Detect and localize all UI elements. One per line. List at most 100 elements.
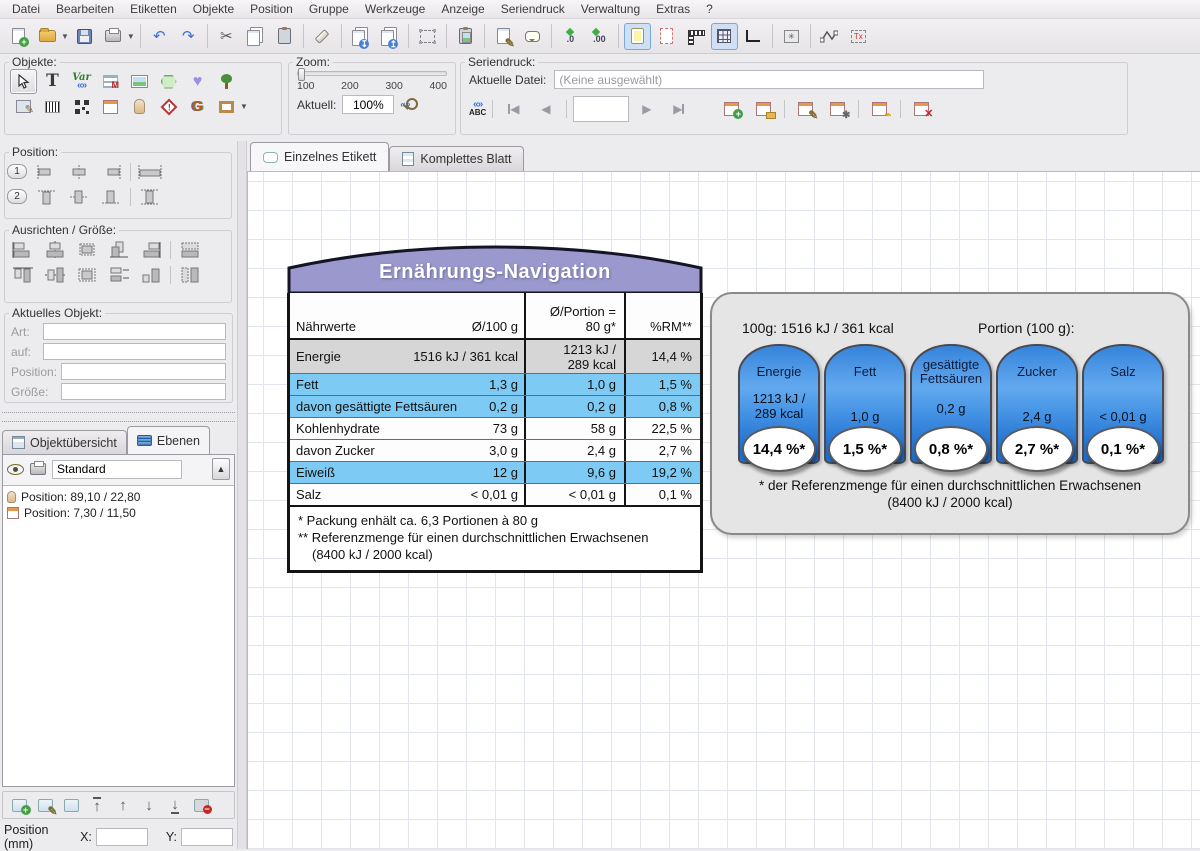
tab-objektuebersicht[interactable]: Objektübersicht (2, 430, 127, 454)
align-objects-center-v-button[interactable] (72, 263, 102, 286)
curve-button[interactable] (816, 23, 843, 50)
undo-button[interactable]: ↶ (146, 23, 173, 50)
paste-button[interactable] (271, 23, 298, 50)
menu-verwaltung[interactable]: Verwaltung (573, 0, 648, 18)
menu-gruppe[interactable]: Gruppe (301, 0, 357, 18)
clipart-tool[interactable] (213, 69, 240, 94)
qrcode-tool[interactable] (68, 94, 95, 119)
layer-object-item[interactable]: Position: 7,30 / 11,50 (7, 505, 230, 521)
nutrition-table-object[interactable]: Ernährungs-Navigation Nährwerte Ø/100 g … (287, 235, 703, 573)
image-settings-button[interactable]: ✳ (778, 23, 805, 50)
copy-button[interactable] (242, 23, 269, 50)
grid-toggle[interactable] (711, 23, 738, 50)
zoom-fit-button[interactable]: «» (400, 97, 418, 113)
tab-komplettes-blatt[interactable]: Komplettes Blatt (389, 146, 524, 171)
nutrition-navigator-object[interactable]: 100g: 1516 kJ / 361 kcal Portion (100 g)… (710, 292, 1190, 535)
page-border-toggle[interactable] (653, 23, 680, 50)
menu-objekte[interactable]: Objekte (185, 0, 242, 18)
layer-visibility-icon[interactable] (7, 464, 24, 475)
prev-record-button[interactable]: ◀ (532, 95, 559, 122)
move-layer-top-button[interactable]: ↑ (84, 794, 110, 816)
menu-seriendruck[interactable]: Seriendruck (493, 0, 573, 18)
delete-layer-button[interactable]: − (188, 794, 214, 816)
field-preview-button[interactable]: «»ABC (469, 101, 486, 117)
field-art-input[interactable] (43, 323, 226, 340)
align-objects-left-button[interactable] (8, 238, 38, 261)
form-edit-tool[interactable] (10, 94, 37, 119)
layer-name-input[interactable] (52, 460, 182, 479)
move-layer-up-button[interactable]: ↑ (110, 794, 136, 816)
tab-ebenen[interactable]: Ebenen (127, 426, 210, 454)
fit-width-button[interactable] (135, 160, 165, 183)
move-layer-bottom-button[interactable]: ↓ (162, 794, 188, 816)
menu-etiketten[interactable]: Etiketten (122, 0, 185, 18)
menu-datei[interactable]: Datei (4, 0, 48, 18)
print-button[interactable] (100, 23, 127, 50)
align-objects-stack-button[interactable] (104, 238, 134, 261)
refresh-record-button[interactable]: ⌁ (866, 95, 893, 122)
layer-scroll-up-button[interactable]: ▲ (212, 458, 230, 480)
frame-tool[interactable] (213, 94, 240, 119)
image-tool[interactable] (126, 69, 153, 94)
align-middle-v-button[interactable] (64, 185, 94, 208)
remove-datasource-button[interactable]: ✕ (908, 95, 935, 122)
add-layer-button[interactable]: + (6, 794, 32, 816)
heart-shape-tool[interactable]: ♥ (184, 69, 211, 94)
next-record-button[interactable]: ▶ (633, 95, 660, 122)
layer-print-icon[interactable] (30, 463, 46, 475)
layer-object-item[interactable]: Position: 89,10 / 22,80 (7, 489, 230, 505)
record-settings-button[interactable]: ✱ (824, 95, 851, 122)
same-height-button[interactable] (175, 263, 205, 286)
bring-forward-button[interactable]: ↥ (376, 23, 403, 50)
align-objects-right-button[interactable] (136, 238, 166, 261)
transform-button[interactable] (414, 23, 441, 50)
menu-help[interactable]: ? (698, 0, 721, 18)
copy-layer-button[interactable] (58, 794, 84, 816)
decimal-two-button[interactable]: .00 (586, 23, 613, 50)
align-center-h-button[interactable] (64, 160, 94, 183)
eraser-button[interactable] (309, 23, 336, 50)
zoom-slider-thumb[interactable] (298, 68, 305, 81)
more-tools-caret[interactable]: ▼ (240, 102, 248, 111)
zoom-slider[interactable] (297, 71, 447, 76)
field-auf-input[interactable] (43, 343, 226, 360)
send-backward-button[interactable]: ↧ (347, 23, 374, 50)
align-left-edge-button[interactable] (32, 160, 62, 183)
design-canvas[interactable]: Ernährungs-Navigation Nährwerte Ø/100 g … (247, 171, 1200, 849)
document-window-tool[interactable] (97, 94, 124, 119)
save-button[interactable] (71, 23, 98, 50)
cut-button[interactable]: ✂ (213, 23, 240, 50)
open-dropdown-caret[interactable]: ▼ (61, 32, 69, 41)
align-objects-center-both-button[interactable] (72, 238, 102, 261)
shape-tool[interactable] (155, 69, 182, 94)
same-size-button[interactable] (136, 263, 166, 286)
add-datasource-button[interactable]: + (718, 95, 745, 122)
memo-text-tool[interactable]: M (97, 69, 124, 94)
menu-extras[interactable]: Extras (648, 0, 698, 18)
select-tool[interactable] (10, 69, 37, 94)
open-button[interactable] (34, 23, 61, 50)
align-objects-top-button[interactable] (8, 263, 38, 286)
comment-button[interactable] (519, 23, 546, 50)
new-document-button[interactable]: + (5, 23, 32, 50)
zoom-current-input[interactable] (342, 95, 394, 114)
redo-button[interactable]: ↷ (175, 23, 202, 50)
label-view-toggle[interactable] (624, 23, 651, 50)
ruler-toggle[interactable] (682, 23, 709, 50)
field-groesse-input[interactable] (61, 383, 226, 400)
menu-anzeige[interactable]: Anzeige (433, 0, 492, 18)
decimal-one-button[interactable]: .0 (557, 23, 584, 50)
menu-bearbeiten[interactable]: Bearbeiten (48, 0, 122, 18)
variable-text-tool[interactable]: Var«» (68, 69, 95, 94)
text-tool[interactable]: T (39, 69, 66, 94)
field-position-input[interactable] (61, 363, 226, 380)
edit-record-button[interactable]: ✎ (792, 95, 819, 122)
edit-layer-button[interactable]: ✎ (32, 794, 58, 816)
text-frame-button[interactable]: Tx (845, 23, 872, 50)
align-objects-middle-button[interactable] (40, 263, 70, 286)
fit-height-button[interactable] (135, 185, 165, 208)
align-right-edge-button[interactable] (96, 160, 126, 183)
menu-position[interactable]: Position (242, 0, 301, 18)
y-input[interactable] (181, 828, 233, 846)
capsule-tool[interactable] (126, 94, 153, 119)
